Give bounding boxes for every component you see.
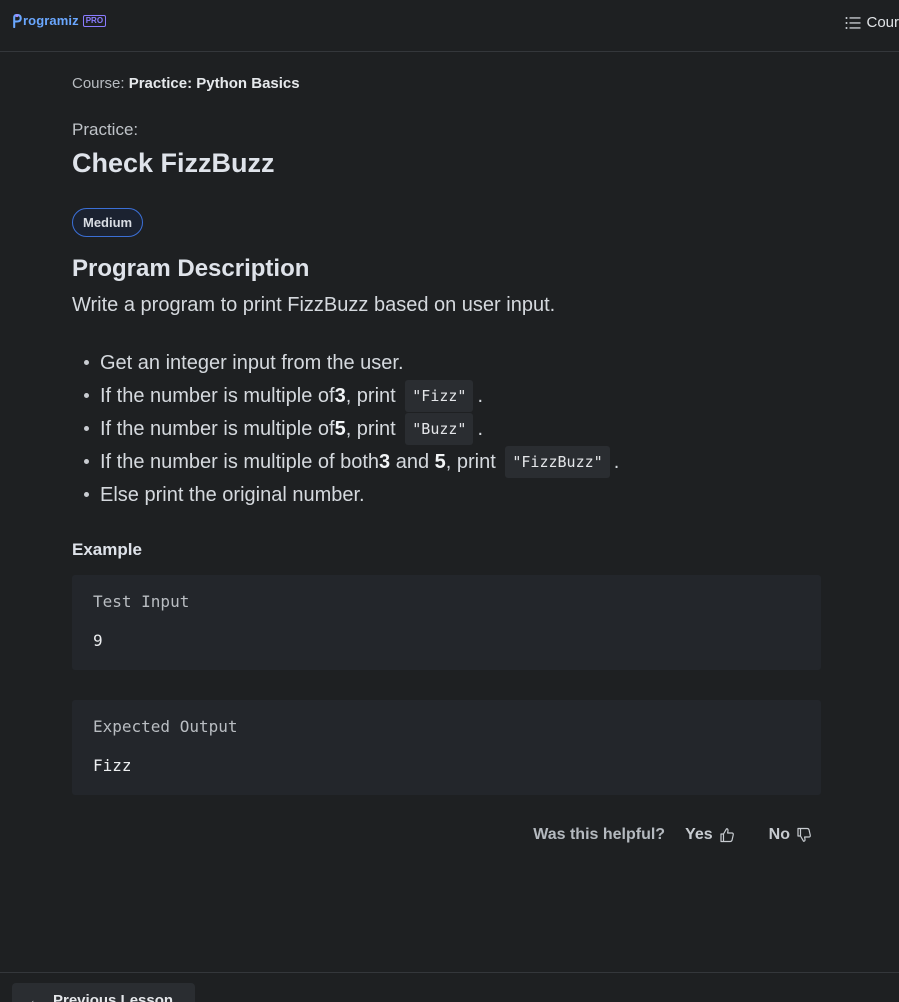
bullet-text: . xyxy=(477,384,484,407)
test-input-label: Test Input xyxy=(93,592,190,611)
description-heading: Program Description xyxy=(72,255,310,282)
inline-code: "Fizz" xyxy=(405,379,474,412)
requirements-list: Get an integer input from the user. If t… xyxy=(84,346,619,511)
page-title: Check FizzBuzz xyxy=(72,148,275,178)
description-text: Write a program to print FizzBuzz based … xyxy=(72,294,556,316)
example-heading: Example xyxy=(72,540,142,559)
list-item: If the number is multiple of both 3 and … xyxy=(84,445,619,478)
practice-label: Practice: xyxy=(72,120,139,139)
courses-label: Cour xyxy=(866,14,899,31)
expected-output-value: Fizz xyxy=(93,756,132,775)
bullet-dot-icon xyxy=(84,492,89,497)
feedback-bar: Was this helpful? Yes No xyxy=(533,826,812,844)
thumbs-down-icon xyxy=(797,827,811,842)
list-item: Else print the original number. xyxy=(84,478,619,511)
list-item: If the number is multiple of 3, print "F… xyxy=(84,379,619,412)
breadcrumb: Course: Practice: Python Basics xyxy=(72,75,300,92)
feedback-question: Was this helpful? xyxy=(533,826,666,843)
bullet-number: 5 xyxy=(434,450,446,473)
pro-badge: PRO xyxy=(82,14,107,27)
top-navbar: rogramiz PRO Cour xyxy=(0,0,899,52)
feedback-no-button[interactable]: No xyxy=(769,826,812,844)
inline-code: "Buzz" xyxy=(405,412,474,445)
expected-output-box: Expected Output Fizz xyxy=(72,700,821,795)
bullet-text: . xyxy=(613,450,620,473)
bullet-text: , print xyxy=(345,384,396,407)
bullet-text: . xyxy=(477,417,484,440)
test-input-value: 9 xyxy=(93,631,103,650)
bullet-number: 5 xyxy=(334,417,346,440)
feedback-yes-label: Yes xyxy=(685,826,713,843)
breadcrumb-course-link[interactable]: Practice: Python Basics xyxy=(129,75,300,92)
bullet-number: 3 xyxy=(379,450,391,473)
test-input-box: Test Input 9 xyxy=(72,575,821,670)
list-item: If the number is multiple of 5, print "B… xyxy=(84,412,619,445)
bullet-dot-icon xyxy=(84,393,89,398)
bullet-text: Get an integer input from the user. xyxy=(100,351,404,374)
bullet-text: and xyxy=(390,450,435,473)
feedback-yes-button[interactable]: Yes xyxy=(685,826,735,844)
bullet-number: 3 xyxy=(334,384,346,407)
list-menu-icon xyxy=(845,16,861,29)
bullet-dot-icon xyxy=(84,360,89,365)
bullet-text: If the number is multiple of xyxy=(100,384,335,407)
logo-text: rogramiz xyxy=(23,13,79,28)
bottom-navbar: ← Previous Lesson xyxy=(0,972,899,1002)
breadcrumb-prefix: Course: xyxy=(72,75,125,92)
difficulty-badge: Medium xyxy=(72,208,144,237)
list-item: Get an integer input from the user. xyxy=(84,346,619,379)
courses-menu-button[interactable]: Cour xyxy=(845,14,899,31)
inline-code: "FizzBuzz" xyxy=(505,445,610,478)
bullet-text: If the number is multiple of xyxy=(100,417,335,440)
bullet-dot-icon xyxy=(84,459,89,464)
expected-output-label: Expected Output xyxy=(93,717,238,736)
bullet-text: Else print the original number. xyxy=(100,483,365,506)
previous-lesson-button[interactable]: ← Previous Lesson xyxy=(12,983,195,1002)
feedback-no-label: No xyxy=(768,826,790,843)
bullet-dot-icon xyxy=(84,426,89,431)
bullet-text: , print xyxy=(445,450,496,473)
bullet-text: If the number is multiple of both xyxy=(100,450,380,473)
bullet-text: , print xyxy=(345,417,396,440)
logo-mark-icon xyxy=(13,13,22,28)
thumbs-up-icon xyxy=(720,828,734,843)
programiz-logo[interactable]: rogramiz PRO xyxy=(12,13,107,28)
